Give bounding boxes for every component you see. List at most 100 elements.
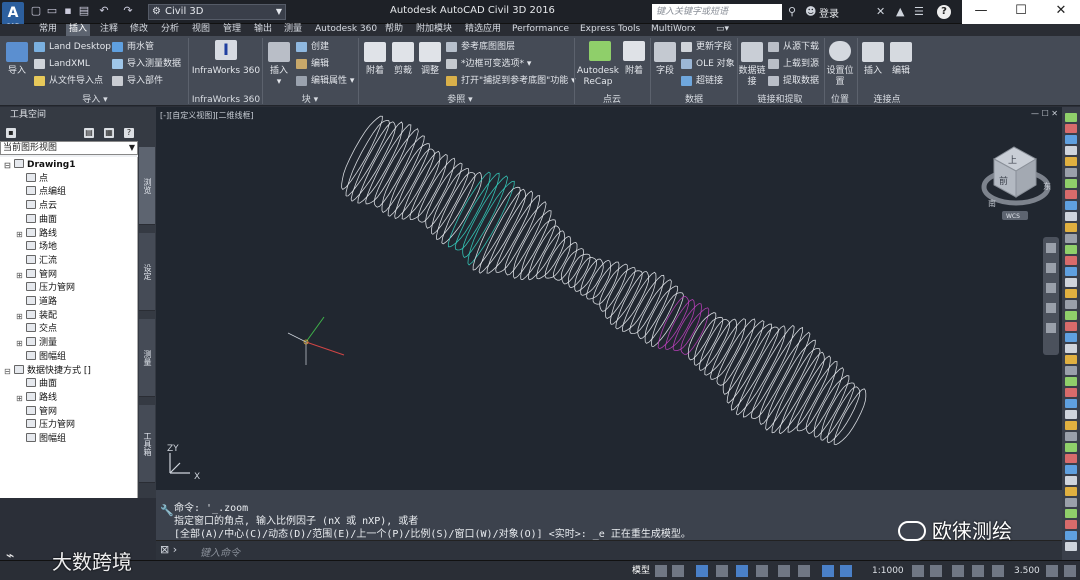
toolspace-settings-icon[interactable]: ▪ bbox=[6, 128, 16, 138]
palette-tool-icon[interactable] bbox=[1065, 410, 1077, 419]
palette-tool-icon[interactable] bbox=[1065, 179, 1077, 188]
isolate-objects-icon[interactable] bbox=[952, 565, 964, 577]
tree-item[interactable]: ⊞ 装配 bbox=[16, 309, 57, 323]
insert-connection-button[interactable]: 插入 bbox=[858, 66, 888, 77]
edit-connection-button[interactable]: 编辑 bbox=[886, 66, 916, 77]
tab-annotate[interactable]: 注释 bbox=[97, 24, 121, 36]
tree-expander-icon[interactable]: ⊞ bbox=[16, 310, 24, 323]
search-input[interactable]: 键入关键字或短语 bbox=[652, 4, 782, 20]
tree-item[interactable]: 道路 bbox=[26, 296, 57, 309]
palette-tool-icon[interactable] bbox=[1065, 322, 1077, 331]
edit-attributes-button[interactable]: 编辑属性 ▾ bbox=[296, 74, 354, 88]
palette-tool-icon[interactable] bbox=[1065, 377, 1077, 386]
create-block-button[interactable]: 创建 bbox=[296, 40, 329, 54]
tree-item[interactable]: 交点 bbox=[26, 323, 57, 336]
navigation-bar[interactable] bbox=[1043, 237, 1059, 355]
palette-tool-icon[interactable] bbox=[1065, 388, 1077, 397]
lineweight-icon[interactable] bbox=[756, 565, 768, 577]
customization-icon[interactable] bbox=[1064, 565, 1076, 577]
tree-item[interactable]: 图幅组 bbox=[26, 433, 66, 446]
toolspace-list-icon[interactable]: ▦ bbox=[104, 128, 114, 138]
extract-data-button[interactable]: 提取数据 bbox=[768, 74, 819, 88]
infraworks-button[interactable]: InfraWorks 360 bbox=[190, 66, 262, 77]
palette-tool-icon[interactable] bbox=[1065, 146, 1077, 155]
auto-scale-icon[interactable] bbox=[840, 565, 852, 577]
panel-title-block[interactable]: 块 ▾ bbox=[264, 95, 356, 106]
palette-tool-icon[interactable] bbox=[1065, 344, 1077, 353]
tree-item[interactable]: ⊞ 测量 bbox=[16, 337, 57, 350]
attach-pointcloud-icon[interactable] bbox=[623, 41, 645, 61]
palette-tool-icon[interactable] bbox=[1065, 212, 1077, 221]
grid-icon[interactable] bbox=[655, 565, 667, 577]
annotation-visibility-icon[interactable] bbox=[822, 565, 834, 577]
annotation-monitor-icon[interactable] bbox=[930, 565, 942, 577]
landxml-button[interactable]: LandXML bbox=[34, 57, 90, 71]
palette-tool-icon[interactable] bbox=[1065, 487, 1077, 496]
import-icon[interactable] bbox=[6, 42, 28, 62]
tree-item[interactable]: ⊞ 路线 bbox=[16, 391, 57, 405]
tree-item[interactable]: ⊞ 路线 bbox=[16, 227, 57, 241]
palette-tool-icon[interactable] bbox=[1065, 421, 1077, 430]
ortho-icon[interactable] bbox=[696, 565, 708, 577]
tree-item[interactable]: 图幅组 bbox=[26, 350, 66, 364]
settings-icon[interactable] bbox=[1046, 565, 1058, 577]
tab-survey-panel[interactable]: 测量 bbox=[139, 319, 155, 397]
palette-tool-icon[interactable] bbox=[1065, 223, 1077, 232]
tree-item[interactable]: 点云 bbox=[26, 200, 57, 213]
annotation-scale-select[interactable]: 1:1000 bbox=[872, 563, 904, 579]
tree-item[interactable]: 压力管网 bbox=[26, 282, 75, 295]
palette-tool-icon[interactable] bbox=[1065, 234, 1077, 243]
tab-view[interactable]: 视图 bbox=[189, 24, 213, 36]
viewcube[interactable]: 上 前 南 东 WCS bbox=[981, 146, 1051, 220]
tab-survey[interactable]: 测量 bbox=[281, 24, 305, 36]
attach-button[interactable]: 附着 bbox=[360, 66, 390, 77]
ole-object-button[interactable]: OLE 对象 bbox=[681, 57, 735, 71]
tree-item[interactable]: ⊟ Drawing1 bbox=[4, 159, 76, 172]
help-icon[interactable]: ? bbox=[124, 128, 134, 138]
tab-toolbox[interactable]: 工具箱 bbox=[139, 405, 155, 483]
panel-title-reference[interactable]: 参照 ▾ bbox=[420, 95, 500, 106]
palette-tool-icon[interactable] bbox=[1065, 124, 1077, 133]
tree-item[interactable]: 点 bbox=[26, 172, 48, 186]
land-desktop-button[interactable]: Land Desktop bbox=[34, 40, 111, 54]
tree-item[interactable]: 压力管网 bbox=[26, 419, 75, 432]
viewport-window-controls[interactable]: — ☐ ✕ bbox=[1031, 109, 1058, 118]
attach-pointcloud-button[interactable]: 附着 bbox=[619, 66, 649, 77]
hardware-acceleration-icon[interactable] bbox=[972, 565, 984, 577]
palette-tool-icon[interactable] bbox=[1065, 201, 1077, 210]
snap-mode-icon[interactable] bbox=[672, 565, 684, 577]
tree-item[interactable]: 曲面 bbox=[26, 213, 57, 227]
recap-button[interactable]: Autodesk ReCap bbox=[576, 66, 620, 88]
palette-tool-icon[interactable] bbox=[1065, 498, 1077, 507]
adjust-button[interactable]: 调整 bbox=[415, 66, 445, 77]
tab-performance[interactable]: Performance bbox=[509, 24, 572, 36]
tree-expander-icon[interactable]: ⊟ bbox=[4, 365, 12, 378]
tab-output[interactable]: 输出 bbox=[251, 24, 275, 36]
set-location-button[interactable]: 设置位置 bbox=[824, 66, 856, 88]
workspace-switch-icon[interactable] bbox=[912, 565, 924, 577]
tab-help[interactable]: 帮助 bbox=[382, 24, 406, 36]
palette-tool-icon[interactable] bbox=[1065, 465, 1077, 474]
tab-autodesk-360[interactable]: Autodesk 360 bbox=[312, 24, 380, 36]
tab-analyze[interactable]: 分析 bbox=[158, 24, 182, 36]
palette-tool-icon[interactable] bbox=[1065, 399, 1077, 408]
palette-tool-icon[interactable] bbox=[1065, 190, 1077, 199]
palette-tool-icon[interactable] bbox=[1065, 520, 1077, 529]
open-folder-icon[interactable]: ▭ bbox=[46, 5, 58, 17]
insert-block-button[interactable]: 插入 ▾ bbox=[264, 66, 294, 88]
palette-tool-icon[interactable] bbox=[1065, 113, 1077, 122]
insert-block-icon[interactable] bbox=[268, 42, 290, 62]
transparency-icon[interactable] bbox=[778, 565, 790, 577]
save-icon[interactable]: ▪ bbox=[62, 5, 74, 17]
close-button[interactable]: ✕ bbox=[1042, 0, 1080, 24]
tab-prospector[interactable]: 浏览 bbox=[139, 147, 155, 225]
toolspace-tree-icon[interactable]: ▤ bbox=[84, 128, 94, 138]
clip-icon[interactable] bbox=[392, 42, 414, 62]
binoculars-icon[interactable]: ⚲ bbox=[788, 4, 796, 20]
data-link-button[interactable]: 数据链接 bbox=[737, 66, 767, 88]
undo-icon[interactable]: ↶ bbox=[98, 5, 110, 17]
tab-multiworx[interactable]: MultiWorx bbox=[648, 24, 699, 36]
palette-tool-icon[interactable] bbox=[1065, 135, 1077, 144]
tree-item[interactable]: ⊟ 数据快捷方式 [] bbox=[4, 364, 91, 378]
user-icon[interactable]: ☻ bbox=[805, 4, 816, 20]
